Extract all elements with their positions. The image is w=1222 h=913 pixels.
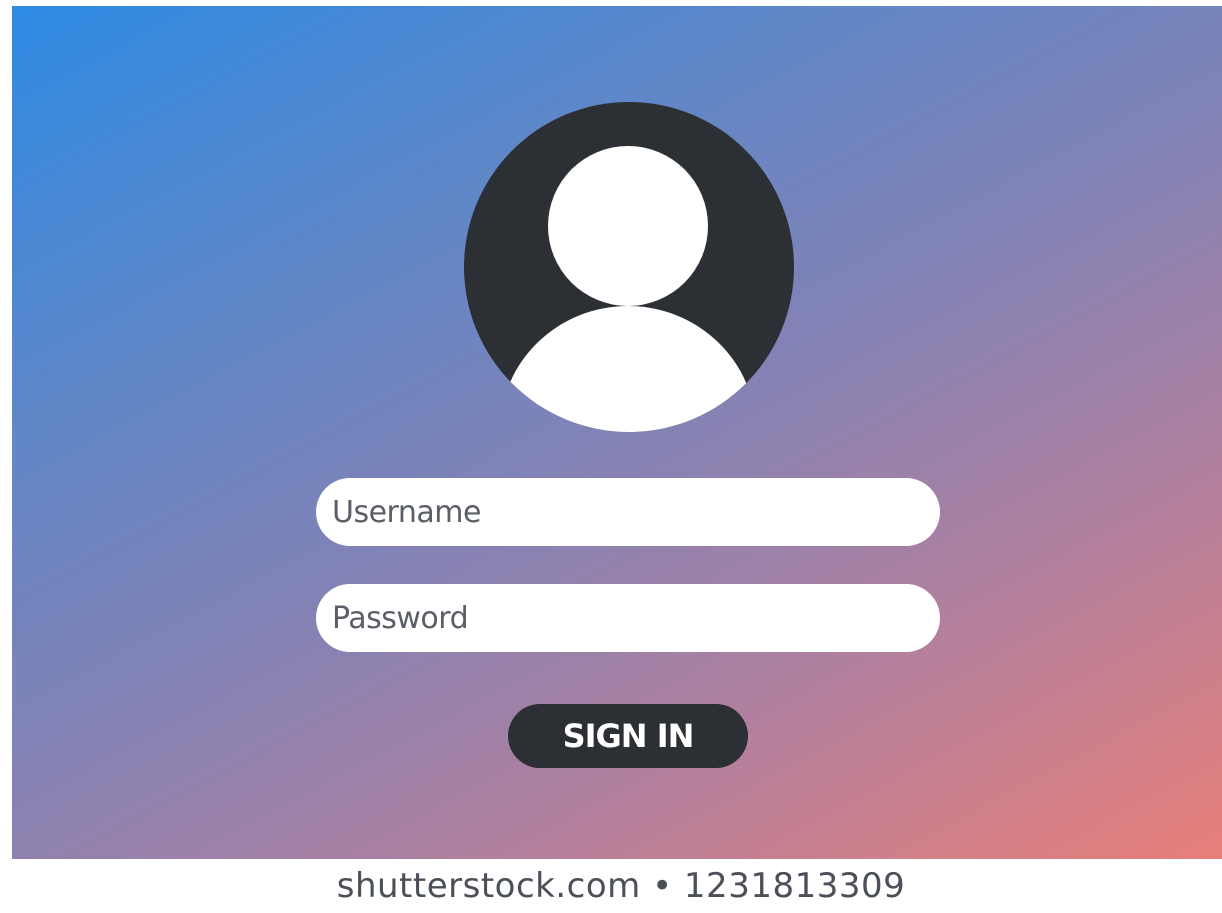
username-field[interactable]: Username bbox=[316, 478, 940, 546]
password-field[interactable]: Password bbox=[316, 584, 940, 652]
avatar-body-shape bbox=[500, 306, 756, 432]
avatar-head-shape bbox=[548, 146, 708, 306]
password-placeholder: Password bbox=[332, 600, 469, 636]
watermark-bar: shutterstock.com • 1231813309 bbox=[0, 859, 1222, 913]
sign-in-label: SIGN IN bbox=[562, 717, 695, 755]
sign-in-button[interactable]: SIGN IN bbox=[508, 704, 748, 768]
username-placeholder: Username bbox=[332, 494, 481, 530]
watermark-text: shutterstock.com • 1231813309 bbox=[336, 866, 906, 906]
login-screen: Username Password SIGN IN bbox=[12, 6, 1222, 859]
user-avatar-icon bbox=[464, 102, 794, 432]
